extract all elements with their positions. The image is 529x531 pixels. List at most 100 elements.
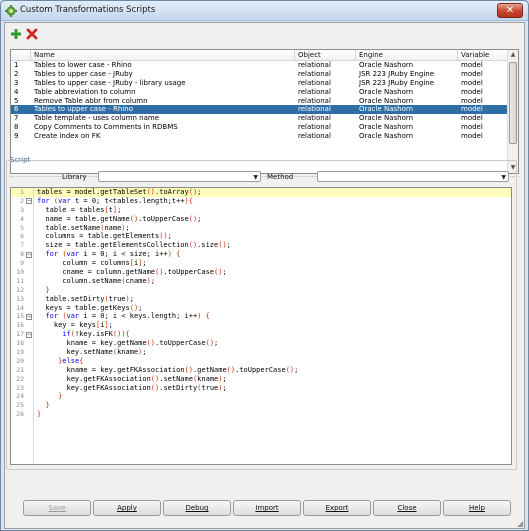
code-line[interactable]: table.setName(name); — [34, 224, 511, 233]
cell-number: 1 — [14, 61, 19, 69]
chevron-down-icon: ▼ — [501, 174, 506, 181]
fold-toggle-icon[interactable]: − — [26, 251, 32, 258]
table-row[interactable]: 4 Table abbreviation to column relational O… — [11, 88, 508, 97]
code-line[interactable]: size = table.getElementsCollection().siz… — [34, 241, 511, 250]
table-row[interactable]: 8 Copy Comments to Comments in RDBMS relat… — [11, 123, 508, 132]
window-close-button[interactable]: ✕ — [497, 3, 523, 18]
cell-variable: model — [461, 69, 483, 78]
code-line[interactable]: } — [34, 410, 511, 419]
close-button[interactable]: Close — [373, 500, 441, 516]
table-row[interactable]: 7 Table template - uses column name relati… — [11, 114, 508, 123]
code-line[interactable]: for (var t = 0; t<tables.length;t++){ — [34, 197, 511, 206]
gutter-row: 1 — [11, 188, 33, 197]
column-header-name[interactable]: Name — [31, 50, 295, 61]
code-line-text: table.setName(name); — [37, 223, 130, 232]
cell-object: relational — [298, 96, 331, 105]
line-number: 26 — [16, 410, 24, 419]
code-line[interactable]: table.setDirty(true); — [34, 295, 511, 304]
code-line-text: key.getFKAssociation().setDirty(true); — [37, 383, 227, 392]
cell-number: 9 — [14, 132, 19, 141]
code-line-text: } — [58, 392, 63, 401]
code-line[interactable]: table = tables[t]; — [34, 206, 511, 215]
save-button[interactable]: Save — [23, 500, 91, 516]
code-line[interactable]: column = columns[i]; — [34, 259, 511, 268]
table-row[interactable]: 1 Tables to lower case - Rhino relational O… — [11, 61, 508, 70]
code-area[interactable]: tables = model.getTableSet().toArray(); f… — [34, 188, 511, 464]
table-scrollbar[interactable]: ▲ ▼ — [507, 50, 518, 173]
table-row[interactable]: 3 Tables to upper case - JRuby - library … — [11, 79, 508, 88]
fold-toggle-icon[interactable]: − — [26, 313, 32, 320]
code-line[interactable]: } — [34, 392, 511, 401]
title-bar[interactable]: Custom Transformations Scripts ✕ — [1, 1, 528, 21]
code-line[interactable]: if(!key.isFK()){ — [34, 330, 511, 339]
gutter-row: 23 — [11, 384, 33, 393]
column-header-object[interactable]: Object — [295, 50, 356, 61]
cell-object: relational — [298, 78, 331, 87]
line-number: 20 — [16, 356, 24, 365]
code-line[interactable]: columns = table.getElements(); — [34, 232, 511, 241]
line-number: 11 — [16, 276, 24, 285]
app-icon — [5, 5, 17, 17]
scroll-up-icon[interactable]: ▲ — [508, 50, 518, 60]
column-header-variable[interactable]: Variable — [458, 50, 508, 61]
gutter-row: 24 — [11, 392, 33, 401]
code-line[interactable]: kname = key.getName().toUpperCase(); — [34, 339, 511, 348]
code-line[interactable]: cname = column.getName().toUpperCase(); — [34, 268, 511, 277]
cell-number: 6 — [14, 105, 19, 114]
gutter-row: 13 — [11, 295, 33, 304]
table-row[interactable]: 9 Create index on FK relational Oracle Nash… — [11, 132, 508, 141]
code-line-text: key = keys[i]; — [37, 321, 113, 330]
code-line-text: kname = key.getName().toUpperCase(); — [37, 339, 219, 348]
gutter-row: 5 — [11, 224, 33, 233]
code-line[interactable]: key.getFKAssociation().setName(kname); — [34, 375, 511, 384]
code-line-text: keys = table.getKeys(); — [37, 303, 143, 312]
code-line[interactable]: key = keys[i]; — [34, 321, 511, 330]
import-button[interactable]: Import — [233, 500, 301, 516]
cell-engine: Oracle Nashorn — [359, 114, 414, 123]
cell-engine: Oracle Nashorn — [359, 105, 414, 114]
code-line[interactable]: } — [34, 286, 511, 295]
code-line[interactable]: } — [34, 401, 511, 410]
code-line[interactable]: kname = key.getFKAssociation().getName()… — [34, 366, 511, 375]
apply-button[interactable]: Apply — [93, 500, 161, 516]
scripts-table: Name Object Engine Variable 1 Tables to l… — [10, 49, 519, 174]
line-number: 8 — [20, 250, 24, 259]
code-line[interactable]: for (var i = 0; i < keys.length; i++) { — [34, 312, 511, 321]
cell-name: Copy Comments to Comments in RDBMS — [34, 123, 178, 132]
table-body: 1 Tables to lower case - Rhino relational O… — [11, 61, 508, 141]
code-line[interactable]: tables = model.getTableSet().toArray(); — [34, 188, 511, 197]
column-header-engine[interactable]: Engine — [356, 50, 458, 61]
code-line[interactable]: column.setName(cname); — [34, 277, 511, 286]
debug-button[interactable]: Debug — [163, 500, 231, 516]
table-row[interactable]: 6 Tables to upper case - Rhino relational O… — [11, 105, 508, 115]
resize-grip-icon[interactable]: ◢ — [517, 519, 527, 529]
line-number: 22 — [16, 374, 24, 383]
library-select[interactable]: ▼ — [98, 171, 261, 182]
table-row[interactable]: 5 Remove Table abbr from column relational… — [11, 97, 508, 106]
fold-toggle-icon[interactable]: − — [26, 331, 32, 338]
code-line[interactable]: name = table.getName().toUpperCase(); — [34, 215, 511, 224]
scrollbar-thumb[interactable] — [509, 62, 517, 144]
line-number: 10 — [16, 268, 24, 277]
export-button[interactable]: Export — [303, 500, 371, 516]
plus-icon[interactable] — [10, 28, 22, 40]
code-line-text: for (var i = 0; i < size; i++) { — [45, 250, 181, 259]
cell-engine: Oracle Nashorn — [359, 96, 414, 105]
cell-engine: Oracle Nashorn — [359, 87, 414, 96]
table-row[interactable]: 2 Tables to upper case - JRuby relational J… — [11, 70, 508, 79]
code-line[interactable]: key.getFKAssociation().setDirty(true); — [34, 384, 511, 393]
code-line[interactable]: key.setName(kname); — [34, 348, 511, 357]
code-line[interactable]: for (var i = 0; i < size; i++) { — [34, 250, 511, 259]
script-group-label: Script — [10, 156, 31, 164]
code-line[interactable]: }else{ — [34, 357, 511, 366]
method-select[interactable]: ▼ — [317, 171, 509, 182]
script-editor[interactable]: 1 2−3 4 5 6 7 8−9 10 11 12 13 14 15−16 17−18 19 20 21 22 2… — [10, 187, 512, 465]
fold-toggle-icon[interactable]: − — [26, 198, 32, 205]
help-button[interactable]: Help — [443, 500, 511, 516]
column-header-number[interactable] — [11, 50, 31, 61]
x-icon[interactable] — [26, 28, 38, 40]
cell-name: Table template - uses column name — [34, 114, 160, 123]
chevron-down-icon: ▼ — [253, 174, 258, 181]
line-number: 24 — [16, 392, 24, 401]
code-line[interactable]: keys = table.getKeys(); — [34, 304, 511, 313]
